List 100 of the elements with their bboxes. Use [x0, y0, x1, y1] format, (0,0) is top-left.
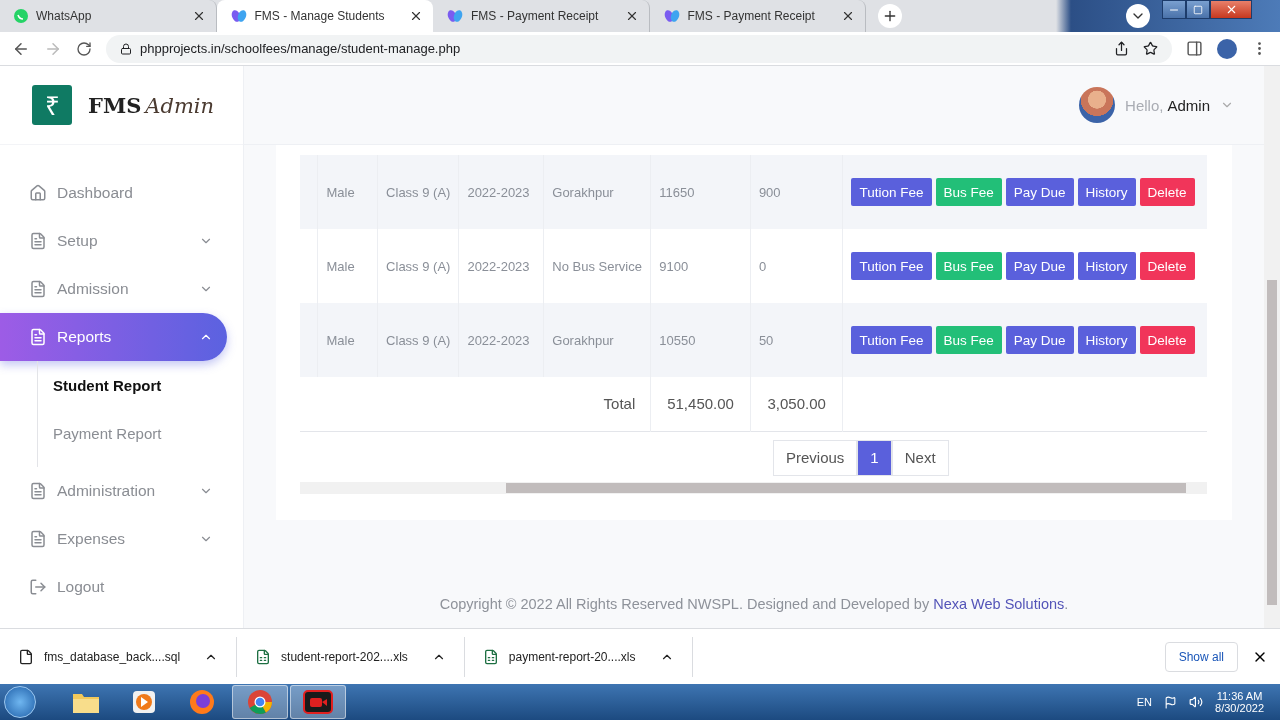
show-all-button[interactable]: Show all — [1164, 641, 1238, 672]
browser-icon[interactable] — [247, 689, 273, 715]
share-icon[interactable] — [1114, 41, 1129, 56]
document-icon — [29, 232, 47, 250]
submenu-item[interactable]: Payment Report — [38, 409, 243, 457]
camera-icon[interactable] — [303, 690, 333, 714]
taskbar-app[interactable] — [290, 685, 346, 719]
file-name: fms_database_back....sql — [44, 649, 181, 664]
table-cell: Male — [317, 155, 378, 229]
download-item[interactable]: student-report-202....xls — [237, 636, 465, 677]
butterfly-icon — [663, 9, 680, 23]
sidebar-item[interactable]: Admission — [0, 265, 227, 313]
maximize-button[interactable] — [1186, 0, 1210, 19]
media-player-icon[interactable] — [132, 690, 156, 714]
table-cell: Gorakhpur — [543, 155, 651, 229]
file-name: student-report-202....xls — [281, 649, 408, 664]
app-logo-text: FMS Admin — [88, 92, 215, 118]
user-greeting[interactable]: Hello, Admin — [1125, 96, 1210, 114]
profile-avatar[interactable] — [1217, 38, 1237, 59]
butterfly-icon — [230, 9, 247, 23]
tab-search-button[interactable] — [1126, 4, 1150, 28]
side-panel-icon[interactable] — [1186, 40, 1203, 57]
home-icon — [29, 184, 47, 202]
table-cell: 900 — [750, 155, 843, 229]
vertical-scrollbar[interactable] — [1264, 66, 1280, 628]
next-button[interactable]: Next — [891, 439, 949, 476]
language-indicator[interactable]: EN — [1136, 696, 1153, 708]
action-button[interactable]: Tution Fee — [851, 178, 932, 206]
action-button[interactable]: Pay Due — [1005, 178, 1074, 206]
chat-icon — [14, 9, 28, 23]
document-icon — [29, 328, 47, 346]
download-item[interactable]: fms_database_back....sql — [0, 636, 238, 677]
table-cell: Male — [317, 229, 378, 303]
spreadsheet-icon — [255, 648, 272, 665]
table-cell: Gorakhpur — [543, 303, 651, 377]
total-value: 3,050.00 — [750, 377, 843, 431]
close-icon[interactable] — [409, 9, 423, 23]
total-label: Total — [300, 377, 651, 431]
action-button[interactable]: History — [1077, 178, 1136, 206]
minimize-button[interactable] — [1162, 0, 1186, 19]
action-button[interactable]: History — [1077, 326, 1136, 354]
reload-icon[interactable] — [76, 40, 92, 57]
table-cell: 50 — [750, 303, 843, 377]
download-item[interactable]: payment-report-20....xls — [464, 636, 693, 677]
browser-icon[interactable] — [189, 689, 215, 715]
action-button[interactable]: Delete — [1139, 326, 1195, 354]
maximize-icon — [1193, 4, 1203, 15]
sidebar-item[interactable]: Reports — [0, 313, 227, 361]
close-button[interactable] — [1210, 0, 1252, 19]
table-cell: No Bus Service — [543, 229, 651, 303]
spreadsheet-icon — [482, 648, 499, 665]
logo-mark: ₹ — [32, 85, 72, 125]
tab-title: FMS - Manage Students — [254, 9, 386, 23]
tab-title: FMS - Payment Receipt — [687, 9, 816, 23]
new-tab-button[interactable] — [878, 4, 902, 28]
table-cell: Class 9 (A) — [377, 155, 459, 229]
action-button[interactable]: History — [1077, 252, 1136, 280]
sidebar-item[interactable]: Dashboard — [0, 169, 227, 217]
flag-icon[interactable] — [1164, 695, 1178, 709]
table-cell: 2022-2023 — [458, 303, 544, 377]
table-cell: 2022-2023 — [458, 155, 544, 229]
table-cell: 0 — [750, 229, 843, 303]
horizontal-scrollbar[interactable] — [300, 481, 1207, 494]
copyright-text: Copyright © 2022 All Rights Reserved NWSPL. Designed and Developed by Nexa Web Solutions. — [438, 596, 1070, 612]
page-button[interactable]: 1 — [857, 439, 892, 476]
clock[interactable]: 11:36 AM 8/30/2022 — [1215, 690, 1264, 714]
volume-icon[interactable] — [1189, 695, 1204, 709]
document-icon — [29, 530, 47, 548]
action-button[interactable]: Tution Fee — [851, 326, 932, 354]
sidebar-item[interactable]: Setup — [0, 217, 227, 265]
bookmark-icon[interactable] — [1143, 41, 1158, 56]
document-icon — [29, 280, 47, 298]
lock-icon — [120, 42, 132, 55]
action-button[interactable]: Pay Due — [1005, 326, 1074, 354]
sidebar-item[interactable]: Administration — [0, 467, 227, 515]
table-cell: 10550 — [650, 303, 751, 377]
table-cell: Class 9 (A) — [377, 303, 459, 377]
total-value: 51,450.00 — [650, 377, 751, 431]
address-field[interactable]: phpprojects.in/schoolfees/manage/student-manage.php — [106, 34, 1172, 63]
user-avatar[interactable] — [1079, 87, 1116, 123]
action-button[interactable]: Tution Fee — [851, 252, 932, 280]
sidebar-item[interactable]: Logout — [0, 563, 227, 611]
butterfly-icon — [447, 9, 463, 23]
table-cell: 9100 — [650, 229, 751, 303]
tab-title: FMS - Payment Receipt — [471, 9, 600, 23]
action-button[interactable]: Delete — [1139, 178, 1195, 206]
file-name: payment-report-20....xls — [508, 649, 636, 664]
submenu-item[interactable]: Student Report — [38, 361, 243, 409]
start-button[interactable] — [4, 686, 36, 718]
previous-button[interactable]: Previous — [773, 439, 858, 476]
table-cell: Class 9 (A) — [377, 229, 459, 303]
action-button[interactable]: Pay Due — [1005, 252, 1074, 280]
file-icon — [18, 648, 34, 665]
close-icon[interactable] — [841, 9, 855, 23]
action-button[interactable]: Delete — [1139, 252, 1195, 280]
logout-icon — [29, 578, 47, 596]
plus-icon — [882, 8, 898, 24]
browser-tab[interactable]: FMS - Manage Students — [216, 0, 433, 32]
document-icon — [29, 482, 47, 500]
sidebar-item[interactable]: Expenses — [0, 515, 227, 563]
